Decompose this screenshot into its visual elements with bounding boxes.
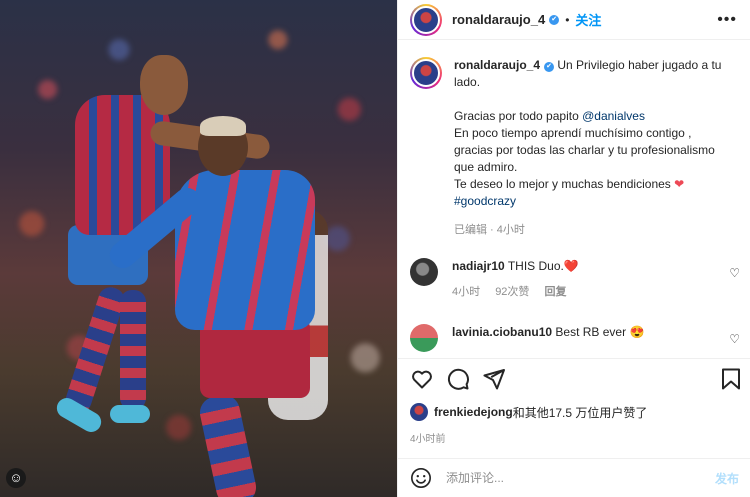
author-username[interactable]: ronaldaraujo_4 [452,12,545,27]
comment-icon[interactable] [446,367,470,391]
caption-username[interactable]: ronaldaraujo_4 [454,58,540,72]
post-caption: ronaldaraujo_4 ✔ Un Privilegio haber juga… [410,57,730,239]
like-heart-icon[interactable]: ♡ [729,332,740,346]
player-two-hair [200,116,246,136]
post-photo[interactable]: ☺ [0,0,397,497]
commenter-avatar[interactable] [410,324,438,352]
player-two-shorts [200,318,310,398]
player-one-head [140,55,188,115]
comment-item: lavinia.ciobanu10 Best RB ever 😍 ♡ [410,324,740,352]
verified-icon: ✔ [544,62,555,72]
more-icon[interactable]: ••• [717,11,737,29]
comment-text: Best RB ever [555,325,627,339]
reply-button[interactable]: 回复 [545,286,567,298]
emoji-icon[interactable] [410,467,432,489]
likes-text: 和其他17.5 万位用户赞了 [512,405,648,420]
comment-input[interactable] [444,470,715,486]
comment-item: nadiajr10 THIS Duo.❤️ 4小时 92次赞 回复 ♡ [410,258,740,300]
likes-summary[interactable]: frenkiedejong 和其他17.5 万位用户赞了 [410,403,647,421]
author-avatar[interactable] [410,3,442,36]
verified-icon: ✔ [549,14,560,25]
player-one-leg [120,290,146,410]
publish-button[interactable]: 发布 [715,470,739,487]
post-header: ronaldaraujo_4 ✔ • 关注 ••• [398,0,750,40]
share-icon[interactable] [482,367,506,391]
user-tags-icon[interactable]: ☺ [6,468,26,488]
red-heart-emoji: ❤ [674,177,685,191]
comment-meta: 4小时 92次赞 回复 [452,284,740,300]
commenter-username[interactable]: nadiajr10 [452,259,505,273]
caption-line-4: Te deseo lo mejor y muchas bendiciones [454,177,671,191]
post-timestamp[interactable]: 4小时前 [410,430,446,445]
caption-line-3: En poco tiempo aprendí muchísimo contigo… [454,126,715,174]
heart-icon[interactable] [410,367,434,391]
caption-avatar[interactable] [410,57,442,89]
liker-avatar[interactable] [410,403,428,421]
comment-like-count[interactable]: 92次赞 [495,286,529,298]
commenter-avatar[interactable] [410,258,438,286]
caption-line-2: Gracias por todo papito [454,109,579,123]
follow-button[interactable]: 关注 [575,10,601,29]
bookmark-icon[interactable] [720,367,742,391]
post-sidebar: ronaldaraujo_4 ✔ • 关注 ••• ronaldaraujo_4… [397,0,750,497]
like-heart-icon[interactable]: ♡ [729,266,740,280]
comment-emoji: 😍 [629,325,645,339]
hashtag-link[interactable]: #goodcrazy [454,194,516,208]
comments-scroll-area[interactable]: ronaldaraujo_4 ✔ Un Privilegio haber juga… [398,40,750,358]
player-one-boot [110,405,150,423]
commenter-username[interactable]: lavinia.ciobanu10 [452,325,552,339]
mention-link[interactable]: @danialves [582,109,645,123]
action-bar [398,358,750,399]
comment-emoji: ❤️ [563,259,579,273]
caption-meta: 已编辑 · 4小时 [454,224,525,236]
add-comment-bar: 发布 [398,458,750,497]
comment-text: THIS Duo. [507,259,564,273]
liker-username[interactable]: frenkiedejong [434,405,513,419]
separator-dot: • [565,12,570,27]
comment-time[interactable]: 4小时 [452,286,480,298]
